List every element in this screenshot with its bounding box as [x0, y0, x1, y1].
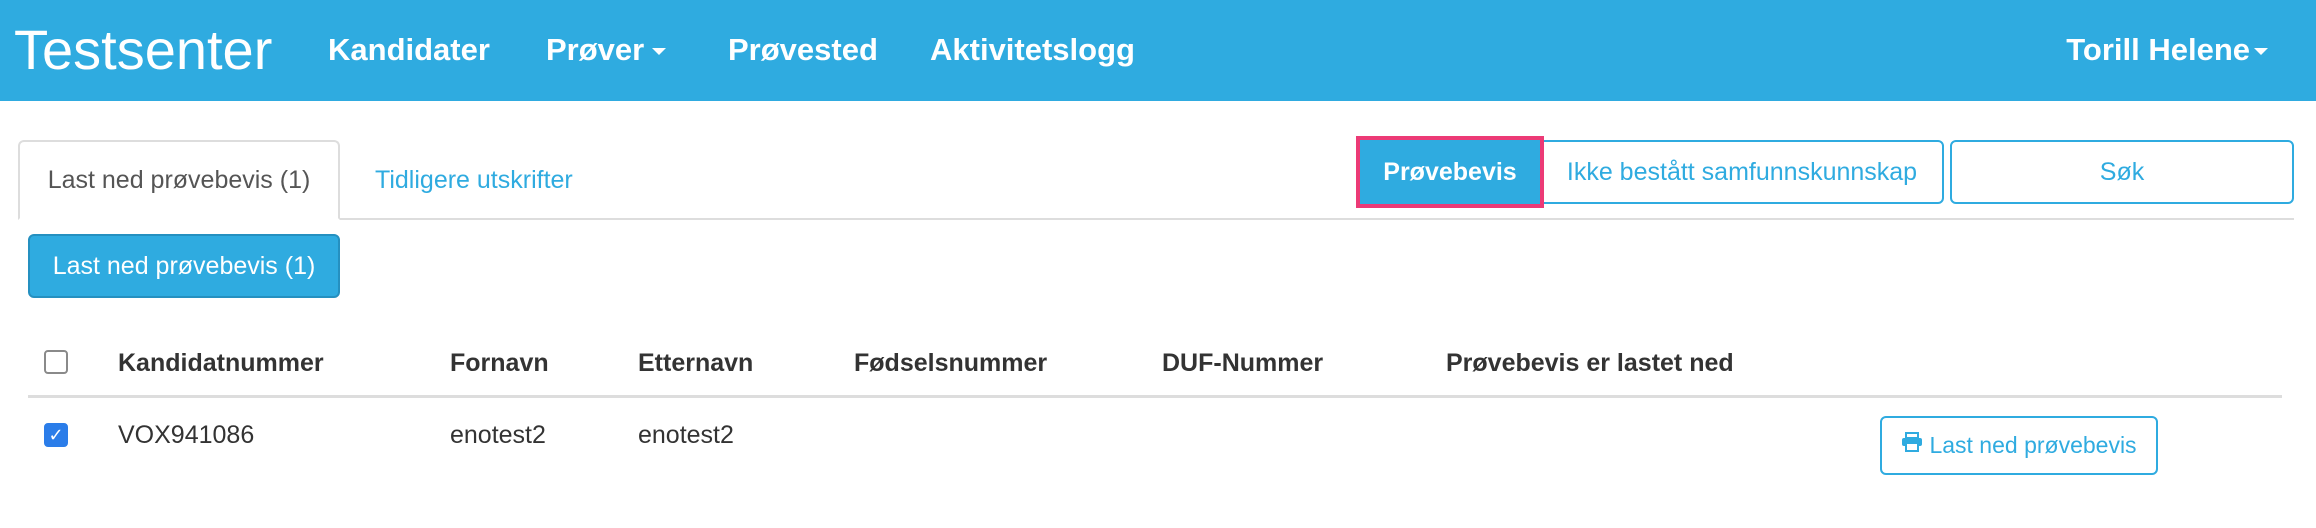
column-header-provebevis-lastet-ned: Prøvebevis er lastet ned — [1446, 349, 1734, 377]
cell-kandidatnummer: VOX941086 — [118, 421, 255, 449]
nav-item-aktivitetslogg[interactable]: Aktivitetslogg — [930, 30, 1135, 70]
row-checkbox[interactable]: ✓ — [44, 423, 68, 447]
filter-button-ikke-bestatt[interactable]: Ikke bestått samfunnskunnskap — [1540, 140, 1944, 204]
cell-etternavn: enotest2 — [638, 421, 734, 449]
user-menu[interactable]: Torill Helene — [2066, 30, 2268, 70]
filter-button-provebevis[interactable]: Prøvebevis — [1356, 136, 1544, 208]
nav-item-kandidater[interactable]: Kandidater — [328, 30, 490, 70]
nav-item-prover[interactable]: Prøver — [546, 30, 667, 70]
column-header-duf-nummer: DUF-Nummer — [1162, 349, 1324, 377]
nav-item-label: Prøver — [546, 32, 645, 67]
caret-down-icon — [652, 48, 667, 56]
printer-icon — [1901, 417, 1923, 472]
nav-item-label: Aktivitetslogg — [930, 32, 1135, 67]
caret-down-icon — [2254, 48, 2268, 56]
download-certificates-button[interactable]: Last ned prøvebevis (1) — [28, 234, 340, 298]
row-download-certificate-button[interactable]: Last ned prøvebevis — [1880, 416, 2158, 475]
user-name: Torill Helene — [2066, 32, 2250, 67]
brand-logo[interactable]: Testsenter — [14, 18, 272, 82]
cell-fornavn: enotest2 — [450, 421, 546, 449]
select-all-checkbox[interactable] — [44, 350, 68, 374]
column-header-fornavn: Fornavn — [450, 349, 549, 377]
tabs-divider — [18, 218, 2294, 220]
nav-item-provested[interactable]: Prøvested — [728, 30, 878, 70]
filter-button-sok[interactable]: Søk — [1950, 140, 2294, 204]
column-header-fodselsnummer: Fødselsnummer — [854, 349, 1048, 377]
nav-item-label: Prøvested — [728, 32, 878, 67]
nav-item-label: Kandidater — [328, 32, 490, 67]
tab-last-ned-provebevis[interactable]: Last ned prøvebevis (1) — [18, 140, 340, 220]
row-download-label: Last ned prøvebevis — [1929, 432, 2137, 458]
column-header-kandidatnummer: Kandidatnummer — [118, 349, 324, 377]
column-header-etternavn: Etternavn — [638, 349, 754, 377]
tab-tidligere-utskrifter[interactable]: Tidligere utskrifter — [375, 160, 573, 200]
table-header-divider — [28, 395, 2282, 398]
top-navbar: Testsenter Kandidater Prøver Prøvested A… — [0, 0, 2316, 101]
